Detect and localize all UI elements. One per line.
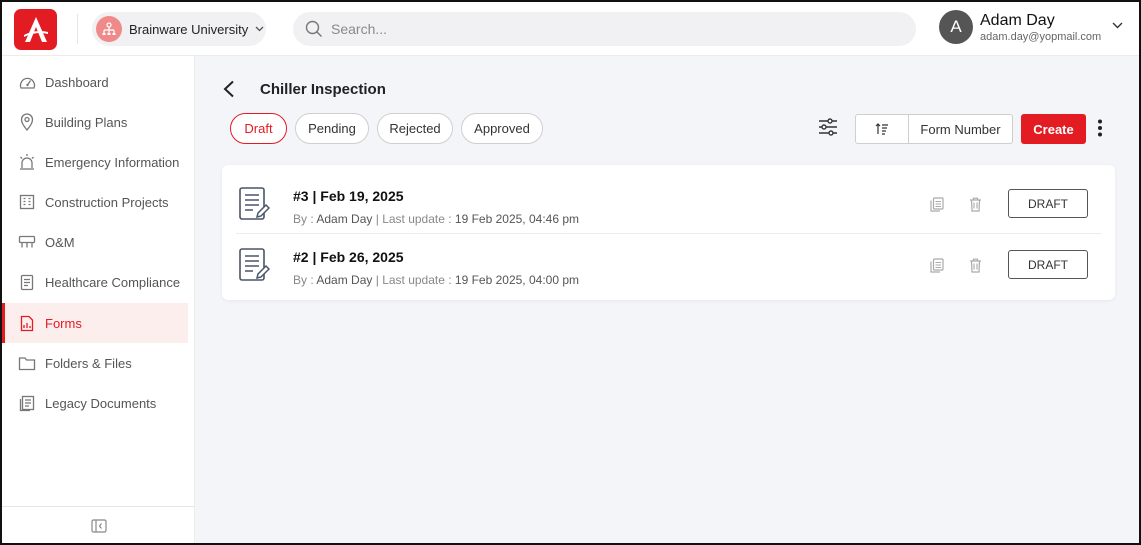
more-options-button[interactable] xyxy=(1097,119,1103,142)
sidebar-item-label: Construction Projects xyxy=(45,194,169,210)
sidebar-item-label: Dashboard xyxy=(45,74,109,90)
create-button[interactable]: Create xyxy=(1021,114,1086,144)
maintenance-icon xyxy=(18,233,36,251)
search-input[interactable] xyxy=(331,21,891,37)
chevron-down-icon xyxy=(255,26,264,32)
tab-approved[interactable]: Approved xyxy=(461,113,543,144)
app-logo[interactable] xyxy=(14,9,57,50)
sidebar-item-om[interactable]: O&M xyxy=(2,222,188,262)
sidebar-item-legacy-documents[interactable]: Legacy Documents xyxy=(2,383,188,423)
tab-draft[interactable]: Draft xyxy=(230,113,287,144)
sort-field-select[interactable]: Form Number xyxy=(909,115,1012,143)
document-edit-icon xyxy=(239,248,270,281)
by-label: By : xyxy=(293,273,314,287)
sidebar-item-label: O&M xyxy=(45,234,75,250)
search-icon xyxy=(305,20,322,37)
sort-direction-button[interactable] xyxy=(856,115,909,143)
sliders-icon xyxy=(819,118,837,136)
sort-control: Form Number xyxy=(855,114,1013,144)
dashboard-icon xyxy=(18,73,36,91)
main-content: Chiller Inspection Draft Pending Rejecte… xyxy=(195,56,1139,543)
form-title: #3 | Feb 19, 2025 xyxy=(293,188,404,204)
user-name: Adam Day xyxy=(980,11,1055,29)
status-tabs: Draft Pending Rejected Approved xyxy=(230,113,551,144)
status-badge: DRAFT xyxy=(1008,250,1088,279)
sidebar-item-forms[interactable]: Forms xyxy=(2,303,188,343)
sidebar-item-healthcare-compliance[interactable]: Healthcare Compliance xyxy=(2,262,188,302)
building-icon xyxy=(18,193,36,211)
logo-icon xyxy=(23,16,48,42)
back-button[interactable] xyxy=(222,80,236,103)
copy-icon[interactable] xyxy=(930,258,944,273)
last-update-label: Last update : xyxy=(382,212,452,226)
last-update-label: Last update : xyxy=(382,273,452,287)
organization-avatar xyxy=(96,16,122,42)
sidebar: Dashboard Building Plans Emergency Infor… xyxy=(2,56,195,543)
clipboard-icon xyxy=(18,273,36,291)
meta-separator: | xyxy=(375,273,379,287)
form-title: #2 | Feb 26, 2025 xyxy=(293,249,404,265)
sidebar-item-label: Building Plans xyxy=(45,114,128,130)
page-title: Chiller Inspection xyxy=(260,81,386,98)
building-network-icon xyxy=(102,22,116,35)
collapse-sidebar-button[interactable] xyxy=(2,506,195,543)
user-menu[interactable]: A Adam Day adam.day@yopmail.com xyxy=(939,10,1123,44)
list-item[interactable]: #2 | Feb 26, 2025 By : Adam Day | Last u… xyxy=(236,234,1101,295)
folder-icon xyxy=(18,354,36,372)
sidebar-item-label: Healthcare Compliance xyxy=(45,274,181,290)
filter-button[interactable] xyxy=(818,118,838,141)
trash-icon[interactable] xyxy=(969,197,982,212)
tab-pending[interactable]: Pending xyxy=(295,113,369,144)
form-icon xyxy=(18,314,36,332)
status-badge: DRAFT xyxy=(1008,189,1088,218)
tab-rejected[interactable]: Rejected xyxy=(377,113,453,144)
author-name: Adam Day xyxy=(316,273,373,287)
sidebar-item-label: Legacy Documents xyxy=(45,395,157,411)
header-divider xyxy=(77,14,78,44)
chevron-down-icon xyxy=(1112,22,1123,29)
search-bar[interactable] xyxy=(293,12,916,46)
sidebar-item-dashboard[interactable]: Dashboard xyxy=(2,62,188,102)
app-window: Brainware University A Adam Day adam.day… xyxy=(0,0,1141,545)
meta-separator: | xyxy=(375,212,379,226)
forms-list: #3 | Feb 19, 2025 By : Adam Day | Last u… xyxy=(222,165,1115,300)
chevron-left-icon xyxy=(223,80,234,98)
trash-icon[interactable] xyxy=(969,258,982,273)
sidebar-item-emergency-information[interactable]: Emergency Information xyxy=(2,142,188,182)
sidebar-item-label: Emergency Information xyxy=(45,154,180,170)
more-vertical-icon xyxy=(1098,119,1102,137)
organization-selector[interactable]: Brainware University xyxy=(92,12,266,46)
document-edit-icon xyxy=(239,187,270,220)
siren-icon xyxy=(18,153,36,171)
sidebar-item-construction-projects[interactable]: Construction Projects xyxy=(2,182,188,222)
by-label: By : xyxy=(293,212,314,226)
sidebar-item-folders-files[interactable]: Folders & Files xyxy=(2,343,188,383)
sidebar-item-label: Forms xyxy=(45,315,82,331)
user-avatar: A xyxy=(939,10,973,44)
organization-name: Brainware University xyxy=(129,21,249,37)
last-update-value: 19 Feb 2025, 04:00 pm xyxy=(454,273,580,287)
sidebar-item-label: Folders & Files xyxy=(45,355,132,371)
sort-ascending-icon xyxy=(875,123,888,135)
user-info: Adam Day adam.day@yopmail.com xyxy=(980,11,1101,44)
copy-icon[interactable] xyxy=(930,197,944,212)
last-update-value: 19 Feb 2025, 04:46 pm xyxy=(454,212,580,226)
form-meta: By : Adam Day | Last update : 19 Feb 202… xyxy=(293,273,579,287)
documents-icon xyxy=(18,394,36,412)
form-meta: By : Adam Day | Last update : 19 Feb 202… xyxy=(293,212,579,226)
author-name: Adam Day xyxy=(316,212,373,226)
sidebar-collapse-icon xyxy=(90,519,107,533)
location-pin-icon xyxy=(18,113,36,131)
list-item[interactable]: #3 | Feb 19, 2025 By : Adam Day | Last u… xyxy=(236,173,1101,234)
user-email: adam.day@yopmail.com xyxy=(980,30,1102,43)
sidebar-item-building-plans[interactable]: Building Plans xyxy=(2,102,188,142)
top-bar: Brainware University A Adam Day adam.day… xyxy=(2,2,1139,56)
